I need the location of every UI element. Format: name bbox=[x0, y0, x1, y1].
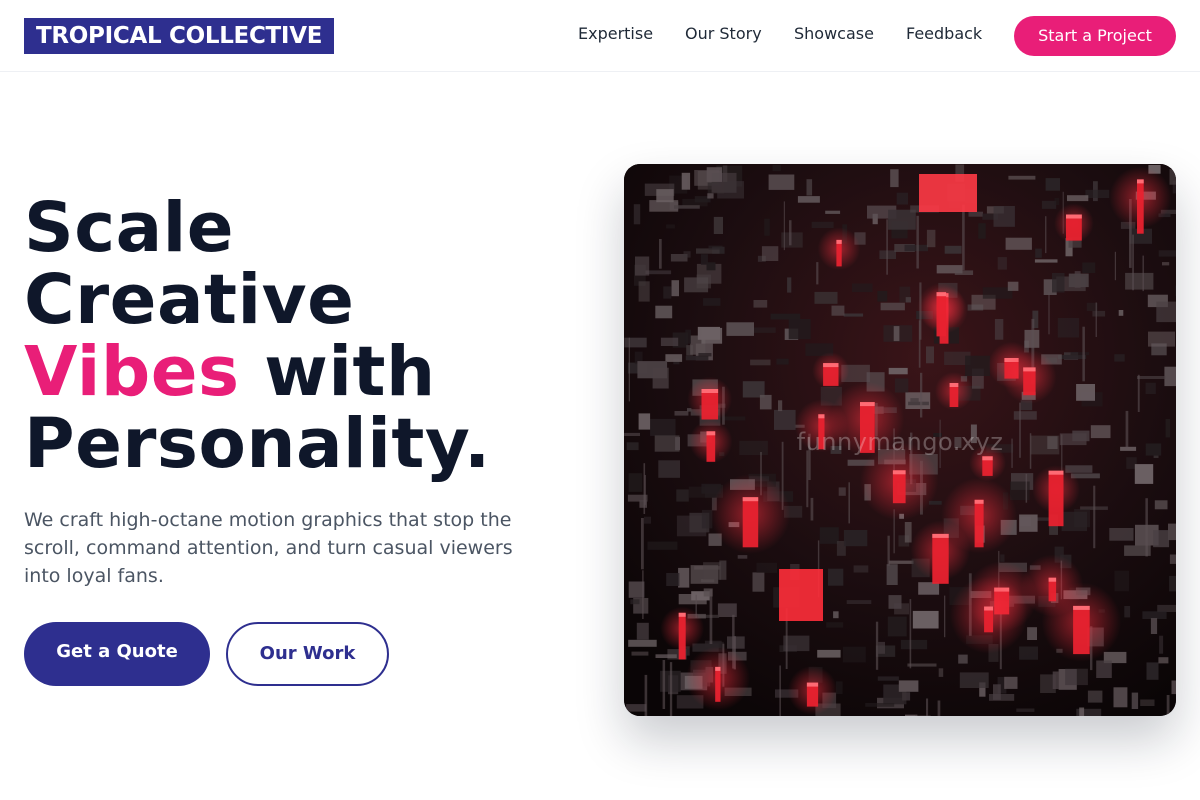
get-quote-button[interactable]: Get a Quote bbox=[24, 622, 210, 686]
brand-logo[interactable]: TROPICAL COLLECTIVE bbox=[24, 18, 335, 54]
nav-link-showcase[interactable]: Showcase bbox=[794, 24, 874, 44]
nav-link-feedback[interactable]: Feedback bbox=[906, 24, 982, 44]
hero-headline: Scale Creative Vibes with Personality. bbox=[24, 192, 584, 480]
headline-line-4: Personality. bbox=[24, 404, 491, 484]
image-watermark: funnymango.xyz bbox=[796, 428, 1004, 456]
nav-link-our-story[interactable]: Our Story bbox=[685, 24, 762, 44]
headline-line-3-rest: with bbox=[239, 332, 436, 412]
nav-link-expertise[interactable]: Expertise bbox=[578, 24, 653, 44]
hero-image: funnymango.xyz bbox=[624, 164, 1176, 716]
site-header: TROPICAL COLLECTIVE Expertise Our Story … bbox=[0, 0, 1200, 72]
headline-line-1: Scale bbox=[24, 188, 235, 268]
headline-line-2: Creative bbox=[24, 260, 355, 340]
start-project-button[interactable]: Start a Project bbox=[1014, 16, 1176, 56]
headline-accent-word: Vibes bbox=[24, 332, 240, 412]
headline-line-3: Vibes with bbox=[24, 336, 584, 408]
our-work-button[interactable]: Our Work bbox=[226, 622, 389, 686]
hero-subtext: We craft high-octane motion graphics tha… bbox=[24, 509, 513, 587]
